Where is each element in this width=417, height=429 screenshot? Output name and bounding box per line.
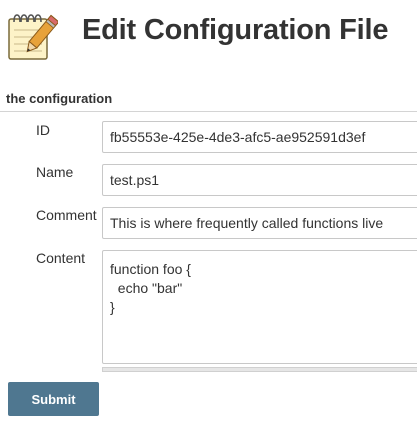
edit-config-page: Edit Configuration File the configuratio… <box>0 0 417 429</box>
notepad-pencil-icon <box>8 14 58 60</box>
content-label: Content <box>36 250 86 266</box>
comment-field[interactable] <box>102 207 417 239</box>
section-divider <box>0 111 417 112</box>
comment-label: Comment <box>36 207 97 223</box>
section-title: the configuration <box>6 91 113 106</box>
submit-button[interactable]: Submit <box>8 382 99 416</box>
name-label: Name <box>36 164 74 180</box>
id-field[interactable] <box>102 121 417 153</box>
content-horizontal-scrollbar[interactable] <box>102 367 417 372</box>
page-title: Edit Configuration File <box>82 14 389 46</box>
name-field[interactable] <box>102 164 417 196</box>
id-label: ID <box>36 122 50 138</box>
content-textarea[interactable]: function foo { echo "bar" } <box>102 250 417 364</box>
page-header: Edit Configuration File <box>0 0 417 80</box>
